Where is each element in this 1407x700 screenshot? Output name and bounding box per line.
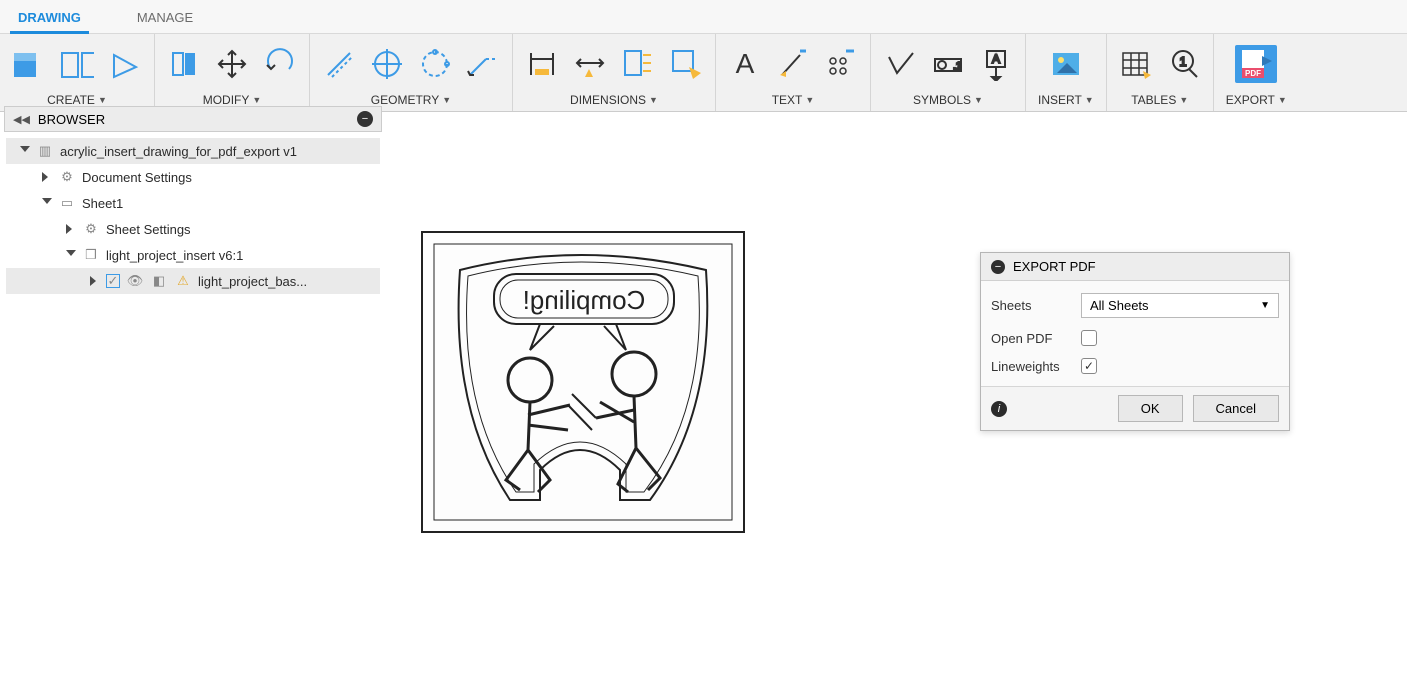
- group-insert: INSERT▼: [1026, 34, 1107, 111]
- datum-identifier-icon[interactable]: A: [979, 47, 1013, 81]
- tree-component[interactable]: ❒ light_project_insert v6:1: [6, 242, 380, 268]
- baseline-dimension-icon[interactable]: [621, 47, 655, 81]
- cancel-button[interactable]: Cancel: [1193, 395, 1279, 422]
- drawing-view: Compiling!: [420, 230, 750, 540]
- flip-icon[interactable]: [167, 47, 201, 81]
- component-icon: ❒: [82, 246, 100, 264]
- table-icon[interactable]: [1119, 47, 1153, 81]
- group-text: A TEXT▼: [716, 34, 871, 111]
- tree-component-label: light_project_insert v6:1: [106, 248, 243, 263]
- group-insert-label[interactable]: INSERT▼: [1038, 90, 1094, 109]
- export-pdf-panel: − EXPORT PDF Sheets All Sheets ▼ Open PD…: [980, 252, 1290, 431]
- tree-root[interactable]: ▥ acrylic_insert_drawing_for_pdf_export …: [6, 138, 380, 164]
- group-geometry: GEOMETRY▼: [310, 34, 513, 111]
- section-view-icon[interactable]: [108, 47, 142, 81]
- tree-sheet-settings[interactable]: ⚙ Sheet Settings: [6, 216, 380, 242]
- projected-view-icon[interactable]: [60, 47, 94, 81]
- lineweights-label: Lineweights: [991, 359, 1081, 374]
- balloon-icon[interactable]: 1: [1167, 47, 1201, 81]
- row-lineweights: Lineweights: [991, 352, 1279, 380]
- tree-root-label: acrylic_insert_drawing_for_pdf_export v1: [60, 144, 297, 159]
- tree-body-label: light_project_bas...: [198, 274, 307, 289]
- warning-icon: ⚠: [174, 272, 192, 290]
- group-symbols-label[interactable]: SYMBOLS▼: [913, 90, 983, 109]
- drawing-canvas[interactable]: Compiling!: [420, 230, 750, 545]
- center-mark-icon[interactable]: [370, 47, 404, 81]
- sheets-select[interactable]: All Sheets ▼: [1081, 293, 1279, 318]
- ribbon: CREATE▼ MODIFY▼: [0, 34, 1407, 112]
- lineweights-checkbox[interactable]: [1081, 358, 1097, 374]
- tree-doc-settings-label: Document Settings: [82, 170, 192, 185]
- svg-text:A: A: [736, 48, 755, 79]
- edge-extension-icon[interactable]: [466, 47, 500, 81]
- speech-bubble-text: Compiling!: [523, 285, 646, 315]
- browser-minimize-icon[interactable]: −: [357, 111, 373, 127]
- surface-texture-icon[interactable]: [883, 47, 917, 81]
- group-geometry-label[interactable]: GEOMETRY▼: [371, 90, 451, 109]
- group-dimensions-label[interactable]: DIMENSIONS▼: [570, 90, 658, 109]
- gear-icon: ⚙: [58, 168, 76, 186]
- visibility-icon[interactable]: 👁: [126, 272, 144, 290]
- open-pdf-checkbox[interactable]: [1081, 330, 1097, 346]
- move-icon[interactable]: [215, 47, 249, 81]
- svg-text:.1: .1: [953, 61, 962, 72]
- centerline-icon[interactable]: [322, 47, 356, 81]
- auto-dimension-icon[interactable]: [669, 47, 703, 81]
- group-export: PDF EXPORT▼: [1214, 34, 1299, 111]
- text-icon[interactable]: A: [728, 47, 762, 81]
- leader-icon[interactable]: [776, 47, 810, 81]
- svg-text:A: A: [992, 52, 1000, 66]
- ordinate-dimension-icon[interactable]: [573, 47, 607, 81]
- tree-sheet-settings-label: Sheet Settings: [106, 222, 191, 237]
- table-text-icon[interactable]: [824, 47, 858, 81]
- checkbox-icon[interactable]: ✓: [106, 274, 120, 288]
- browser-tree: ▥ acrylic_insert_drawing_for_pdf_export …: [4, 132, 382, 300]
- group-symbols: .1 A SYMBOLS▼: [871, 34, 1026, 111]
- sheets-label: Sheets: [991, 298, 1081, 313]
- chevron-down-icon: ▼: [1260, 300, 1270, 311]
- browser-collapse-icon[interactable]: ◀◀: [13, 113, 30, 126]
- open-pdf-label: Open PDF: [991, 331, 1081, 346]
- export-pdf-icon[interactable]: PDF: [1235, 45, 1277, 83]
- row-open-pdf: Open PDF: [991, 324, 1279, 352]
- export-pdf-title: EXPORT PDF: [1013, 259, 1096, 274]
- group-tables-label[interactable]: TABLES▼: [1131, 90, 1188, 109]
- browser-panel: ◀◀ BROWSER − ▥ acrylic_insert_drawing_fo…: [4, 106, 382, 300]
- sheets-select-value: All Sheets: [1090, 298, 1149, 313]
- tab-manage[interactable]: MANAGE: [129, 4, 201, 33]
- tree-body[interactable]: ✓ 👁 ◧ ⚠ light_project_bas...: [6, 268, 380, 294]
- group-export-label[interactable]: EXPORT▼: [1226, 90, 1287, 109]
- tree-sheet-label: Sheet1: [82, 196, 123, 211]
- group-tables: 1 TABLES▼: [1107, 34, 1214, 111]
- ok-button[interactable]: OK: [1118, 395, 1183, 422]
- export-pdf-header: − EXPORT PDF: [981, 253, 1289, 281]
- svg-text:1: 1: [1179, 54, 1186, 69]
- svg-text:PDF: PDF: [1245, 69, 1261, 78]
- tree-doc-settings[interactable]: ⚙ Document Settings: [6, 164, 380, 190]
- sheet-icon: ▭: [58, 194, 76, 212]
- gear-icon: ⚙: [82, 220, 100, 238]
- browser-title: BROWSER: [38, 112, 105, 127]
- group-modify: MODIFY▼: [155, 34, 310, 111]
- rotate-icon[interactable]: [263, 47, 297, 81]
- center-pattern-icon[interactable]: [418, 47, 452, 81]
- tab-drawing[interactable]: DRAWING: [10, 4, 89, 33]
- document-icon: ▥: [36, 142, 54, 160]
- panel-collapse-icon[interactable]: −: [991, 260, 1005, 274]
- feature-control-icon[interactable]: .1: [931, 47, 965, 81]
- linear-dimension-icon[interactable]: [525, 47, 559, 81]
- row-sheets: Sheets All Sheets ▼: [991, 287, 1279, 324]
- browser-header: ◀◀ BROWSER −: [4, 106, 382, 132]
- image-icon[interactable]: [1049, 47, 1083, 81]
- group-create: CREATE▼: [0, 34, 155, 111]
- info-icon[interactable]: i: [991, 401, 1007, 417]
- tree-sheet[interactable]: ▭ Sheet1: [6, 190, 380, 216]
- base-view-icon[interactable]: [12, 47, 46, 81]
- body-icon: ◧: [150, 272, 168, 290]
- group-text-label[interactable]: TEXT▼: [772, 90, 815, 109]
- group-dimensions: DIMENSIONS▼: [513, 34, 716, 111]
- tab-bar: DRAWING MANAGE: [0, 0, 1407, 34]
